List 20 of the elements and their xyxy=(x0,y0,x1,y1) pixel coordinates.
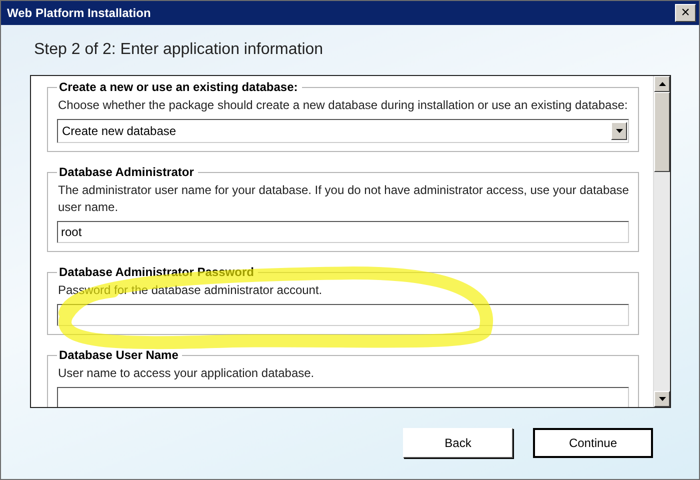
close-button[interactable]: × xyxy=(675,4,696,22)
scrollbar-thumb[interactable] xyxy=(654,92,670,172)
window-title: Web Platform Installation xyxy=(7,6,151,20)
field-description: Choose whether the package should create a new database during installation or use an existing database: xyxy=(58,97,629,114)
scroll-up-icon xyxy=(658,82,666,86)
dialog-button[interactable]: Back xyxy=(403,428,513,458)
scrollbar[interactable] xyxy=(653,76,670,407)
group-legend: Database User Name xyxy=(57,348,182,362)
dropdown-arrow-icon xyxy=(616,129,622,133)
input-field[interactable] xyxy=(57,387,629,407)
scroll-down-icon xyxy=(658,397,666,401)
dialog-button[interactable]: Continue xyxy=(533,428,653,458)
group-legend: Database Administrator xyxy=(57,165,198,179)
field-description: The administrator user name for your database. If you do not have administrator access, use your database user name. xyxy=(58,182,629,216)
input-field[interactable]: root xyxy=(57,221,629,243)
input-field[interactable] xyxy=(57,304,629,326)
step-heading: Step 2 of 2: Enter application information xyxy=(34,41,324,60)
database-dropdown[interactable]: Create new database xyxy=(57,119,629,143)
field-description: User name to access your application database. xyxy=(58,365,316,382)
group-legend: Create a new or use an existing database: xyxy=(57,80,302,94)
